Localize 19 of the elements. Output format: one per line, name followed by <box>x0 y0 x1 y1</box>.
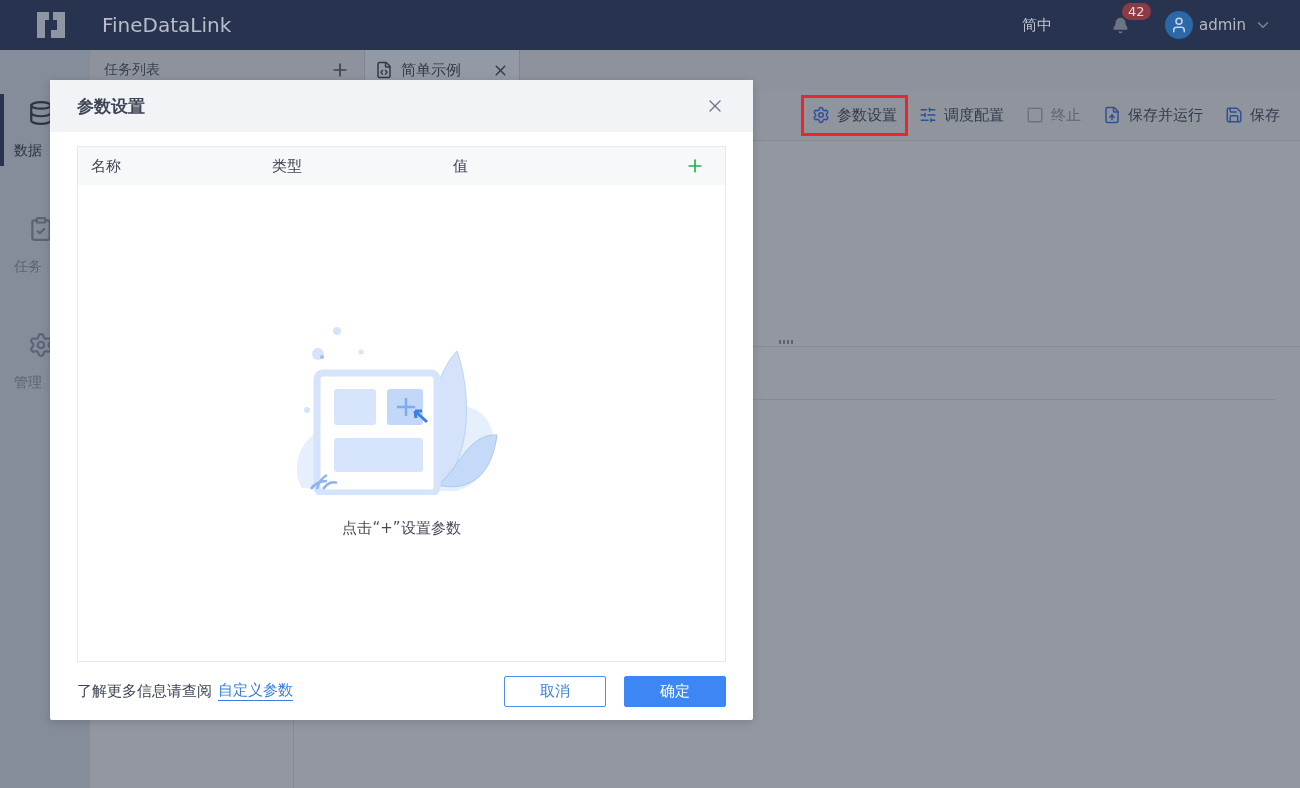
toolbar-button[interactable]: 调度配置 <box>911 97 1012 133</box>
app-name: FineDataLink <box>102 13 232 37</box>
column-header: 名称 <box>91 156 122 176</box>
toolbar-button[interactable]: 保存 <box>1217 97 1288 133</box>
column-header: 类型 <box>272 156 303 176</box>
confirm-button[interactable]: 确定 <box>624 675 726 707</box>
cancel-button[interactable]: 取消 <box>504 675 606 707</box>
dialog-title: 参数设置 <box>77 94 145 118</box>
user-name[interactable]: admin <box>1199 16 1246 34</box>
toolbar-button[interactable]: 参数设置 <box>804 97 905 133</box>
empty-message: 点击“+”设置参数 <box>342 519 461 538</box>
column-header: 值 <box>453 156 469 176</box>
task-list-title: 任务列表 <box>104 61 160 79</box>
notification-count: 42 <box>1122 2 1151 20</box>
help-link[interactable]: 自定义参数 <box>218 681 293 701</box>
sidebar-label: 数据 <box>14 142 42 160</box>
help-text: 了解更多信息请查阅 <box>77 681 212 701</box>
toolbar-button[interactable]: 保存并运行 <box>1095 97 1211 133</box>
language-label[interactable]: 简中 <box>1022 15 1052 35</box>
